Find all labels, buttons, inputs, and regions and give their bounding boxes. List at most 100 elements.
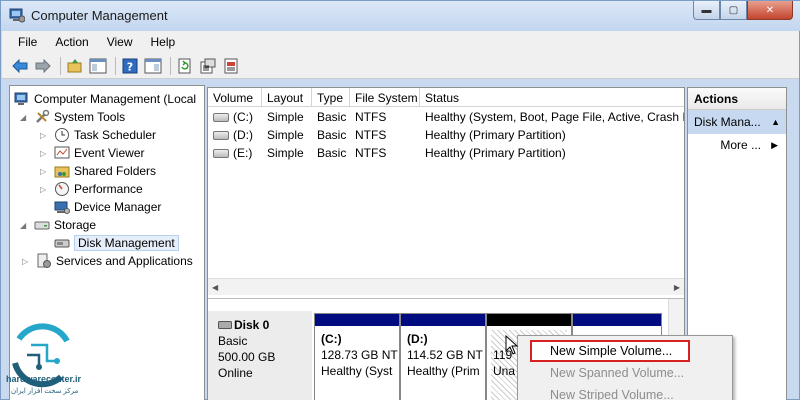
partition-bar — [487, 314, 571, 326]
disk-icon — [218, 321, 232, 329]
expand-arrow-icon[interactable]: ▷ — [40, 167, 50, 176]
partition-name: (D:) — [407, 332, 428, 346]
tree-item-label: Computer Management (Local — [34, 92, 197, 106]
tree-item-storage[interactable]: ◢ Storage — [20, 216, 96, 234]
tree-item-services-applications[interactable]: ▷ Services and Applications — [22, 252, 193, 270]
tree-item-device-manager[interactable]: Device Manager — [54, 198, 161, 216]
disk-name: Disk 0 — [234, 318, 270, 332]
volume-cell: (D:) — [208, 126, 262, 144]
file-system-cell: NTFS — [355, 110, 387, 124]
clock-icon — [54, 127, 70, 143]
disk-type: Basic — [218, 334, 248, 348]
partition-name: (C:) — [321, 332, 342, 346]
scroll-left-icon[interactable]: ◀ — [212, 283, 218, 292]
minimize-icon: ▬ — [701, 4, 712, 16]
scroll-right-icon[interactable]: ▶ — [674, 283, 680, 292]
close-button[interactable]: ✕ — [747, 1, 793, 20]
table-row[interactable]: (E:) Simple Basic NTFS Healthy (Primary … — [208, 144, 684, 162]
menu-item-new-simple-volume[interactable]: New Simple Volume... — [530, 340, 690, 362]
table-row[interactable]: (D:) Simple Basic NTFS Healthy (Primary … — [208, 126, 684, 144]
tree-item-system-tools[interactable]: ◢ System Tools — [20, 108, 125, 126]
status-cell: Healthy (Primary Partition) — [425, 146, 566, 160]
back-arrow-icon — [12, 58, 28, 73]
partition-status: Healthy (Syst — [321, 364, 393, 378]
column-header-file-system[interactable]: File System — [350, 88, 420, 107]
status-cell: Healthy (Primary Partition) — [425, 128, 566, 142]
table-row[interactable]: (C:) Simple Basic NTFS Healthy (System, … — [208, 108, 684, 126]
app-window: Computer Management ▬ ▢ ✕ File Action Vi… — [0, 0, 800, 400]
column-header-type[interactable]: Type — [312, 88, 350, 107]
tree-item-event-viewer[interactable]: ▷ Event Viewer — [40, 144, 144, 162]
column-header-status[interactable]: Status — [420, 88, 684, 107]
menu-item-new-spanned-volume[interactable]: New Spanned Volume... — [522, 362, 728, 384]
toolbar-separator — [170, 56, 171, 75]
close-icon: ✕ — [765, 4, 775, 16]
forward-button[interactable] — [33, 56, 53, 76]
help-button[interactable]: ? — [120, 56, 140, 76]
menu-file[interactable]: File — [10, 35, 45, 49]
collapse-up-icon[interactable]: ▲ — [771, 117, 780, 127]
partition-d[interactable]: (D:) 114.52 GB NT Healthy (Prim — [400, 313, 486, 400]
toolbar-separator — [60, 56, 61, 75]
tree-item-root[interactable]: Computer Management (Local — [14, 90, 196, 108]
volume-cell: (C:) — [208, 108, 262, 126]
up-button[interactable] — [65, 56, 85, 76]
tools-icon — [34, 109, 50, 125]
properties-icon — [200, 58, 216, 73]
disk-management-icon — [54, 235, 70, 251]
actions-more-item[interactable]: More ... ▶ — [688, 134, 786, 156]
minimize-button[interactable]: ▬ — [693, 1, 720, 20]
partition-size: 128.73 GB NT — [321, 348, 398, 362]
expand-arrow-icon[interactable]: ▷ — [40, 131, 50, 140]
export-list-button[interactable] — [221, 56, 241, 76]
file-system-cell: NTFS — [355, 128, 387, 142]
storage-icon — [34, 217, 50, 233]
type-cell: Basic — [317, 128, 347, 142]
properties-button[interactable] — [198, 56, 218, 76]
disk-info[interactable]: Disk 0 Basic 500.00 GB Online — [208, 311, 312, 400]
menu-action[interactable]: Action — [47, 35, 96, 49]
refresh-button[interactable] — [175, 56, 195, 76]
volume-name: (D:) — [233, 128, 253, 142]
actions-section-disk-management[interactable]: Disk Mana... ▲ — [688, 110, 786, 134]
menu-help[interactable]: Help — [143, 35, 184, 49]
show-hide-action-pane-button[interactable] — [143, 56, 163, 76]
window-controls: ▬ ▢ ✕ — [693, 1, 793, 21]
tree-item-label: Storage — [54, 218, 97, 232]
column-header-layout[interactable]: Layout — [262, 88, 312, 107]
layout-cell: Simple — [267, 128, 304, 142]
tree-item-label: Performance — [74, 182, 143, 196]
toolbar-separator — [115, 56, 116, 75]
collapse-arrow-icon[interactable]: ◢ — [20, 221, 30, 230]
drive-icon — [213, 112, 229, 122]
volume-name: (E:) — [233, 146, 253, 160]
forward-arrow-icon — [35, 58, 51, 73]
partition-c[interactable]: (C:) 128.73 GB NT Healthy (Syst — [314, 313, 400, 400]
back-button[interactable] — [10, 56, 30, 76]
type-cell: Basic — [317, 110, 347, 124]
expand-arrow-icon[interactable]: ▷ — [22, 257, 32, 266]
tree-item-disk-management[interactable]: Disk Management — [54, 234, 179, 252]
menu-view[interactable]: View — [99, 35, 141, 49]
context-menu: New Simple Volume... New Spanned Volume.… — [517, 335, 733, 400]
drive-icon — [213, 148, 229, 158]
menu-item-new-striped-volume[interactable]: New Striped Volume... — [522, 384, 728, 400]
window-title: Computer Management — [31, 8, 168, 23]
show-hide-tree-button[interactable] — [88, 56, 108, 76]
column-header-volume[interactable]: Volume — [208, 88, 262, 107]
expand-arrow-icon[interactable]: ▷ — [40, 185, 50, 194]
partition-status: Healthy (Prim — [407, 364, 480, 378]
tree-item-label: Event Viewer — [74, 146, 145, 160]
show-hide-action-pane-icon — [144, 58, 162, 73]
disk-name-row: Disk 0 — [218, 317, 312, 333]
tree-item-task-scheduler[interactable]: ▷ Task Scheduler — [40, 126, 156, 144]
title-bar: Computer Management ▬ ▢ ✕ — [1, 1, 800, 31]
export-list-icon — [224, 58, 238, 73]
maximize-button[interactable]: ▢ — [720, 1, 747, 20]
tree-item-performance[interactable]: ▷ Performance — [40, 180, 143, 198]
tree-item-shared-folders[interactable]: ▷ Shared Folders — [40, 162, 156, 180]
horizontal-scrollbar[interactable]: ◀ ▶ — [208, 278, 684, 295]
expand-arrow-icon[interactable]: ▷ — [40, 149, 50, 158]
drive-icon — [213, 130, 229, 140]
collapse-arrow-icon[interactable]: ◢ — [20, 113, 30, 122]
